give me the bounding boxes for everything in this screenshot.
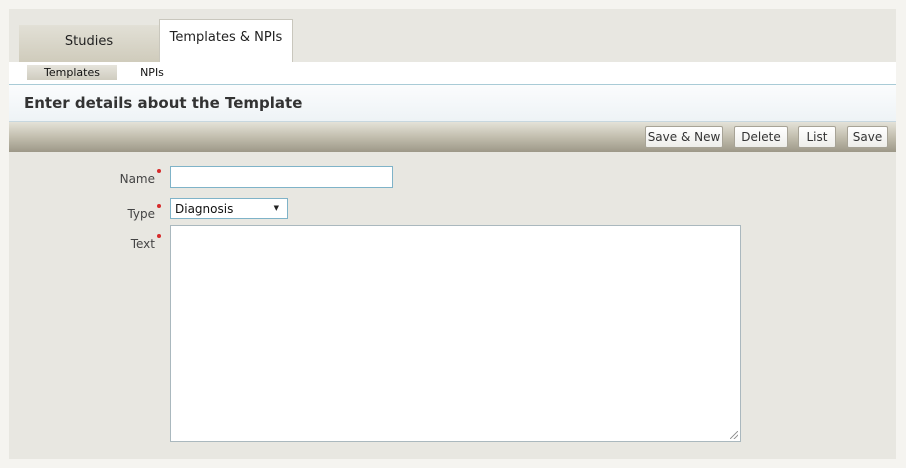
section-header: Enter details about the Template [9, 85, 896, 122]
subtab-templates[interactable]: Templates [27, 65, 117, 80]
tab-studies[interactable]: Studies [19, 25, 159, 63]
delete-button[interactable]: Delete [734, 126, 788, 148]
tab-studies-label: Studies [64, 34, 114, 49]
text-textarea[interactable] [170, 225, 741, 442]
tab-templates-npis[interactable]: Templates & NPIs [159, 19, 293, 63]
required-marker [157, 204, 161, 208]
dropdown-arrow-icon: ▼ [273, 204, 279, 212]
main-tabs: Studies Templates & NPIs [9, 19, 896, 63]
app-frame: Studies Templates & NPIs Templates NPIs … [9, 9, 896, 459]
subtab-npis[interactable]: NPIs [139, 65, 165, 80]
list-button[interactable]: List [798, 126, 836, 148]
type-select-value: Diagnosis [175, 201, 234, 216]
subtab-npis-label: NPIs [140, 66, 164, 79]
required-marker [157, 234, 161, 238]
type-label: Type [127, 207, 155, 221]
save-button[interactable]: Save [847, 126, 888, 148]
sub-navigation: Templates NPIs [9, 62, 896, 85]
resize-grip-icon[interactable] [730, 431, 738, 439]
required-marker [157, 169, 161, 173]
page-title: Enter details about the Template [24, 94, 303, 112]
save-and-new-button[interactable]: Save & New [645, 126, 723, 148]
name-input[interactable] [170, 166, 393, 188]
text-label: Text [130, 237, 155, 251]
name-label: Name [119, 172, 155, 186]
toolbar: Save & New Delete List Save [9, 122, 896, 152]
type-select[interactable]: Diagnosis ▼ [170, 198, 288, 219]
subtab-templates-label: Templates [44, 66, 100, 79]
tab-templates-npis-label: Templates & NPIs [169, 30, 283, 45]
